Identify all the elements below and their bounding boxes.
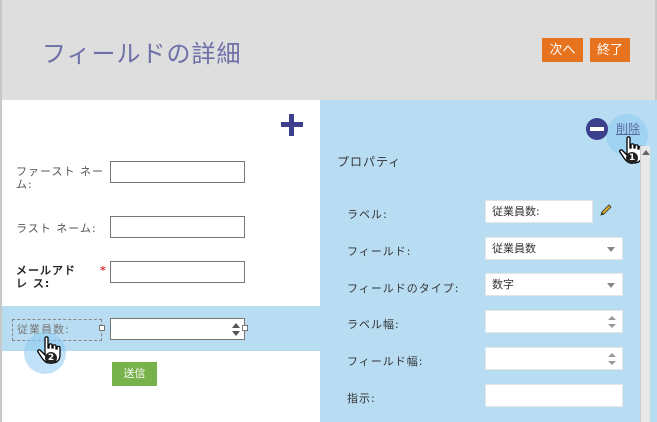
properties-title: プロパティ bbox=[337, 155, 402, 169]
delete-link[interactable]: 削除 bbox=[616, 120, 640, 137]
form-preview-panel: ファースト ネー ム: ラスト ネーム: メールアドレ ス: * 従業員数: 送… bbox=[0, 100, 320, 422]
prop-instructions-caption: 指示: bbox=[347, 392, 376, 405]
remove-field-icon[interactable] bbox=[586, 118, 608, 140]
required-mark: * bbox=[100, 264, 107, 277]
resize-handle-label[interactable] bbox=[99, 325, 105, 331]
prop-field-type-value: 数字 bbox=[492, 278, 514, 291]
submit-button[interactable]: 送信 bbox=[112, 362, 157, 386]
cursor-badge-2: 2 bbox=[45, 352, 57, 364]
prop-field-select[interactable]: 従業員数 bbox=[485, 237, 623, 260]
prop-field-width-input[interactable] bbox=[485, 347, 623, 370]
prop-field-width-caption: フィールド幅: bbox=[347, 355, 424, 368]
properties-panel: 削除 1 プロパティ ラベル: 従業員数: フィールド: 従業員数 フィールドの… bbox=[320, 100, 657, 422]
header-bar: フィールドの詳細 次へ 終了 bbox=[0, 0, 657, 100]
prop-field-caption: フィールド: bbox=[347, 245, 412, 258]
add-field-icon[interactable] bbox=[281, 114, 303, 136]
next-button[interactable]: 次へ bbox=[542, 38, 583, 62]
prop-field-type-caption: フィールドのタイプ: bbox=[347, 282, 460, 295]
prop-field-type-select[interactable]: 数字 bbox=[485, 273, 623, 296]
last-name-input[interactable] bbox=[110, 216, 245, 238]
prop-label-width-input[interactable] bbox=[485, 310, 623, 333]
email-label: メールアドレ ス: * bbox=[16, 264, 106, 290]
prop-label-width-caption: ラベル幅: bbox=[347, 318, 400, 331]
number-spinner-icon[interactable] bbox=[232, 323, 240, 336]
employee-count-input[interactable] bbox=[110, 318, 245, 340]
prop-label-caption: ラベル: bbox=[347, 208, 388, 221]
properties-scrollbar[interactable] bbox=[640, 146, 650, 422]
prop-label-input[interactable]: 従業員数: bbox=[485, 200, 593, 223]
pencil-icon[interactable] bbox=[599, 203, 613, 217]
cursor-badge-1: 1 bbox=[626, 152, 638, 164]
chevron-down-icon bbox=[607, 247, 615, 252]
number-spinner-icon[interactable] bbox=[608, 353, 616, 365]
prop-instructions-input[interactable] bbox=[485, 384, 623, 407]
email-label-text: メールアドレ ス: bbox=[16, 264, 76, 290]
number-spinner-icon[interactable] bbox=[608, 316, 616, 328]
finish-button[interactable]: 終了 bbox=[590, 38, 630, 62]
last-name-label: ラスト ネーム: bbox=[16, 222, 97, 235]
chevron-down-icon bbox=[607, 283, 615, 288]
first-name-input[interactable] bbox=[110, 161, 245, 183]
prop-field-value: 従業員数 bbox=[492, 242, 536, 255]
first-name-label: ファースト ネー ム: bbox=[16, 165, 104, 191]
page-title: フィールドの詳細 bbox=[42, 40, 242, 68]
scroll-up-icon[interactable] bbox=[642, 150, 650, 155]
email-input[interactable] bbox=[110, 261, 245, 283]
resize-handle-input[interactable] bbox=[242, 325, 248, 331]
